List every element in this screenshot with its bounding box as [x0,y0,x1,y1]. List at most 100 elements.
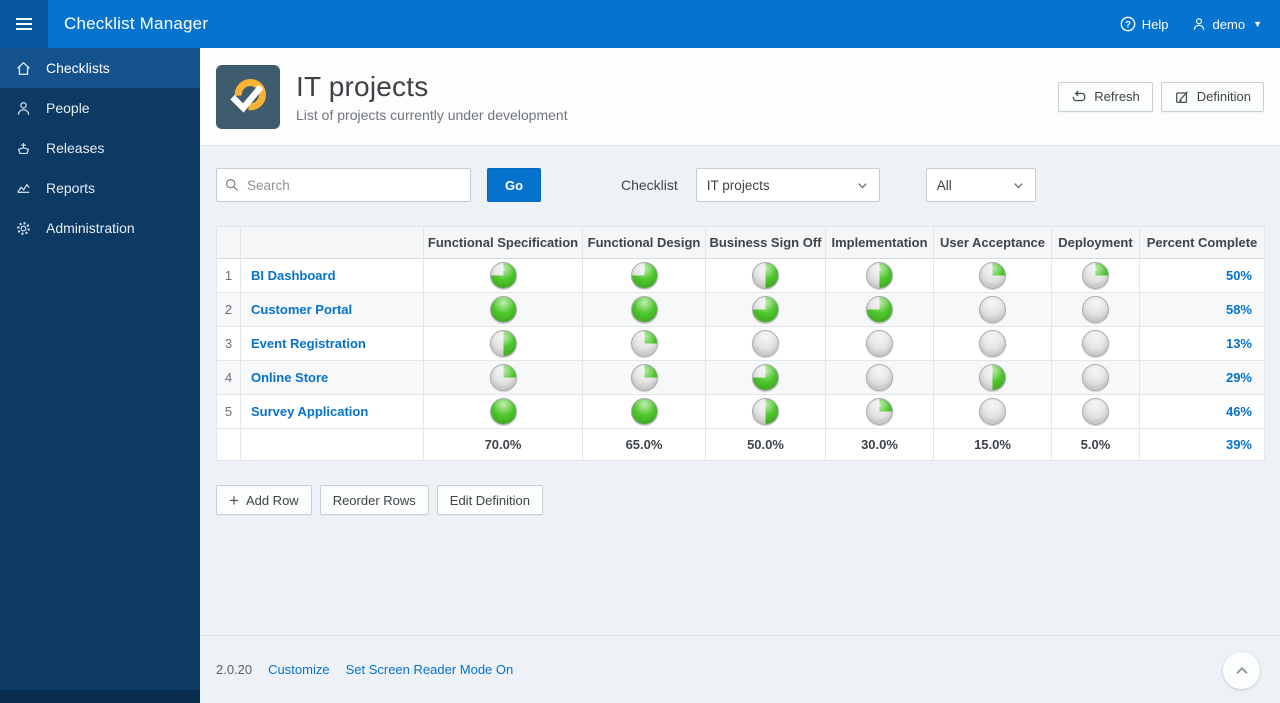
progress-cell [423,292,583,327]
progress-pie[interactable] [489,398,517,425]
progress-pie[interactable] [752,330,779,357]
row-number-cell: 3 [216,326,241,361]
progress-pie[interactable] [1082,364,1109,391]
grand-total-link[interactable]: 39% [1226,437,1252,452]
percent-complete-cell: 29% [1139,360,1265,395]
user-label: demo [1212,16,1246,32]
sidebar-item-releases[interactable]: Releases [0,128,200,168]
column-total-cell: 30.0% [825,428,934,461]
sidebar-item-reports[interactable]: Reports [0,168,200,208]
progress-pie[interactable] [979,330,1006,357]
status-select[interactable]: All [925,168,1036,202]
progress-cell [825,326,934,361]
progress-pie[interactable] [630,330,658,357]
column-header: Functional Design [582,226,706,259]
page-title: IT projects [296,70,429,102]
progress-pie[interactable] [630,296,658,323]
user-menu[interactable]: demo ▼ [1191,16,1262,32]
progress-cell [423,360,583,395]
progress-pie[interactable] [489,296,517,323]
sidebar-item-checklists[interactable]: Checklists [0,48,200,88]
progress-pie[interactable] [1082,330,1109,357]
progress-pie[interactable] [1082,262,1109,289]
checklist-table: Functional Specification Functional Desig… [216,226,1265,461]
progress-pie[interactable] [630,398,658,425]
progress-pie[interactable] [630,262,658,289]
project-link[interactable]: Online Store [251,370,328,385]
percent-complete-link[interactable]: 50% [1226,268,1252,283]
progress-pie[interactable] [866,364,893,391]
progress-pie[interactable] [752,296,779,323]
percent-complete-link[interactable]: 58% [1226,302,1252,317]
progress-pie[interactable] [489,262,517,289]
status-select-value: All [936,177,952,193]
progress-pie[interactable] [752,364,779,391]
ship-icon [17,142,30,154]
plus-icon: + [229,490,239,510]
progress-cell [825,258,934,293]
sidebar-item-label: Checklists [46,60,110,76]
add-row-label: Add Row [245,492,299,508]
home-icon [17,61,30,75]
hamburger-menu-button[interactable] [0,0,48,48]
search-input[interactable] [216,168,471,202]
progress-pie[interactable] [752,398,779,425]
project-name-cell: Event Registration [240,326,424,361]
progress-cell [825,292,934,327]
progress-pie[interactable] [630,364,658,391]
table-row: 4 Online Store 29% [216,360,1265,395]
column-total-cell: 50.0% [705,428,826,461]
column-header: Implementation [825,226,934,259]
progress-pie[interactable] [866,330,893,357]
percent-complete-link[interactable]: 29% [1226,370,1252,385]
project-link[interactable]: Customer Portal [251,302,352,317]
person-icon [17,101,30,115]
scroll-to-top-button[interactable] [1223,652,1260,689]
user-icon [1193,18,1204,30]
row-number-cell: 1 [216,258,241,293]
progress-cell [1051,394,1140,429]
project-link[interactable]: Survey Application [251,404,368,419]
help-menu[interactable]: ? Help [1120,16,1169,32]
go-button[interactable]: Go [487,168,541,202]
definition-button[interactable]: Definition [1160,81,1264,112]
sidebar-item-administration[interactable]: Administration [0,208,200,248]
reorder-rows-button[interactable]: Reorder Rows [319,485,429,515]
page-header: IT projects List of projects currently u… [200,48,1280,146]
progress-pie[interactable] [866,398,893,425]
reorder-rows-label: Reorder Rows [332,492,416,508]
checklist-app-icon [216,64,280,129]
progress-pie[interactable] [979,262,1006,289]
progress-pie[interactable] [979,364,1006,391]
customize-link[interactable]: Customize [268,662,329,677]
project-link[interactable]: BI Dashboard [251,268,336,283]
progress-pie[interactable] [866,296,893,323]
edit-definition-button[interactable]: Edit Definition [436,485,543,515]
screen-reader-link[interactable]: Set Screen Reader Mode On [346,662,514,677]
progress-pie[interactable] [752,262,779,289]
sidebar-item-people[interactable]: People [0,88,200,128]
percent-complete-cell: 58% [1139,292,1265,327]
checklist-filter-label: Checklist [621,177,678,193]
column-header: Functional Specification [423,226,583,259]
progress-cell [705,360,826,395]
progress-pie[interactable] [1082,398,1109,425]
project-name-cell: BI Dashboard [240,258,424,293]
progress-cell [705,258,826,293]
progress-pie[interactable] [1082,296,1109,323]
add-row-button[interactable]: + Add Row [216,485,312,515]
progress-pie[interactable] [979,296,1006,323]
progress-pie[interactable] [866,262,893,289]
project-link[interactable]: Event Registration [251,336,366,351]
percent-complete-link[interactable]: 46% [1226,404,1252,419]
progress-pie[interactable] [979,398,1006,425]
refresh-button[interactable]: Refresh [1058,81,1153,112]
progress-pie[interactable] [489,364,517,391]
checklist-select[interactable]: IT projects [695,168,880,202]
progress-cell [423,326,583,361]
refresh-label: Refresh [1094,89,1140,104]
percent-complete-link[interactable]: 13% [1226,336,1252,351]
gear-icon [17,221,30,235]
progress-cell [705,326,826,361]
progress-pie[interactable] [489,330,517,357]
